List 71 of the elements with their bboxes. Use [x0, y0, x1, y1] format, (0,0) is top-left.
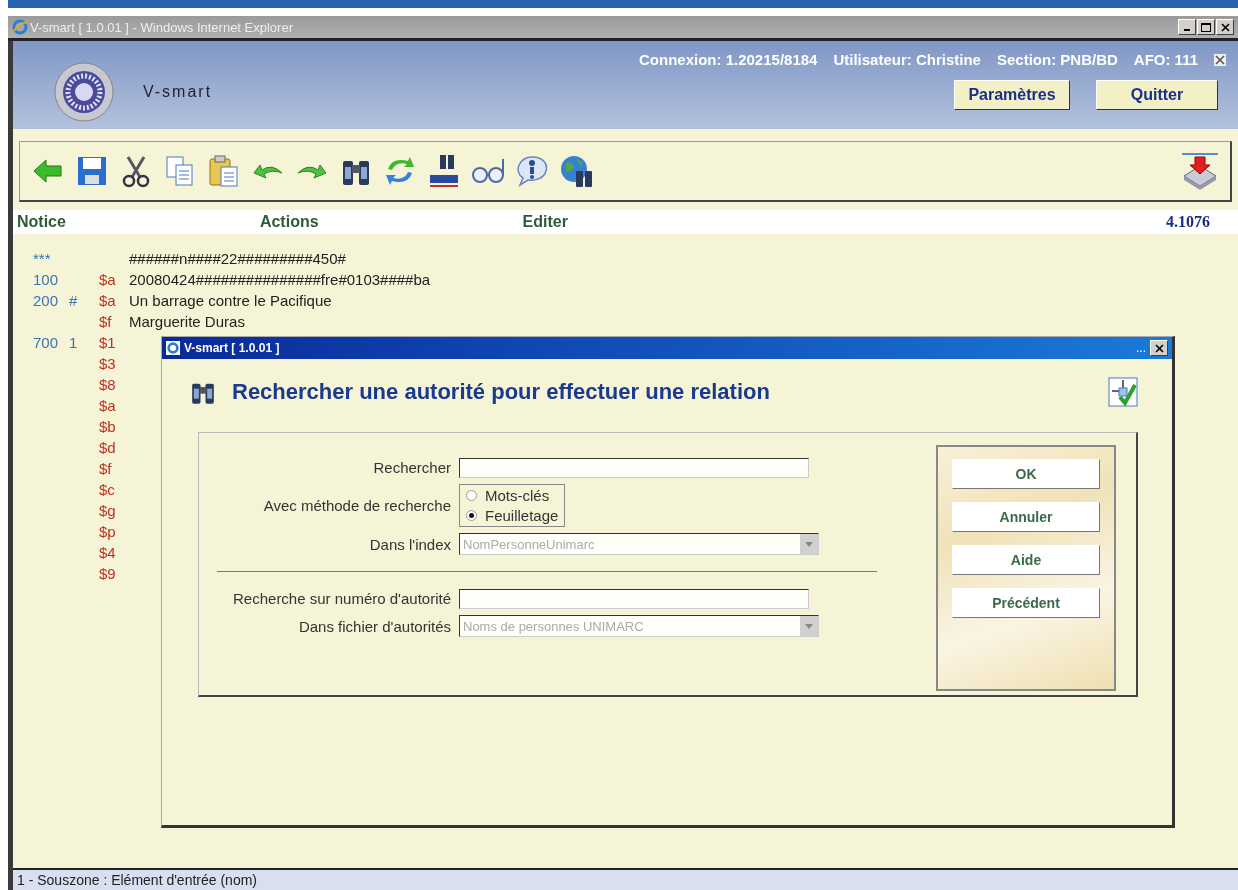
field-label: Rechercher	[372, 458, 451, 478]
subfield-code: $1	[99, 334, 116, 351]
search-field[interactable]	[459, 457, 809, 478]
header-button[interactable]: Quitter	[1096, 80, 1218, 110]
session-info: Section: PNB/BD	[996, 51, 1118, 68]
menu-item[interactable]: Notice	[13, 213, 66, 231]
dialog-button[interactable]: Précédent	[952, 588, 1100, 618]
caret-icon	[805, 623, 813, 629]
field-value: 20080424###############fre#0103####ba	[129, 271, 431, 288]
subfield-code: $3	[99, 355, 116, 372]
screen-code: 4.1076	[1166, 213, 1210, 231]
dialog-button[interactable]: Annuler	[952, 502, 1100, 532]
session-info: Connexion: 1.20215/8184	[639, 51, 818, 68]
browser-icon	[166, 341, 180, 355]
radio-option[interactable]: Mots-clés	[466, 487, 559, 504]
subfield-code: $d	[99, 439, 116, 456]
close-icon	[1154, 343, 1164, 353]
subfield-code: $f	[99, 460, 112, 477]
subfield-code: $4	[99, 544, 116, 561]
subfield-code: $a	[99, 397, 116, 414]
field-tag: 200	[33, 292, 59, 309]
close-button[interactable]	[1150, 340, 1168, 356]
dialog-button[interactable]: OK	[952, 459, 1100, 489]
subfield-code: $8	[99, 376, 116, 393]
session-info: Utilisateur: Christine	[833, 51, 981, 68]
indicator: #	[69, 292, 78, 309]
field-label: Avec méthode de recherche	[262, 496, 451, 516]
browser-icon	[12, 19, 28, 35]
minimize-button[interactable]	[1178, 19, 1196, 35]
header-button[interactable]: Paramètres	[954, 80, 1070, 110]
authority-number-field[interactable]	[459, 588, 809, 609]
menu-item[interactable]: Editer	[518, 213, 568, 231]
field-tag: 100	[33, 271, 59, 288]
logo-icon	[53, 61, 115, 123]
field-tag: ***	[33, 250, 51, 267]
subfield-code: $c	[99, 481, 115, 498]
maximize-button[interactable]	[1197, 19, 1215, 35]
logo-text: V-smart	[143, 83, 213, 101]
subfield-code: $a	[99, 292, 116, 309]
status-bar: 1 - Souszone : Elément d'entrée (nom)	[13, 868, 1238, 890]
dialog-button[interactable]: Aide	[952, 545, 1100, 575]
subfield-code: $f	[99, 313, 112, 330]
caret-icon	[805, 541, 813, 547]
menu-item[interactable]: Actions	[255, 213, 319, 231]
close-button[interactable]	[1216, 19, 1234, 35]
subfield-code: $a	[99, 271, 116, 288]
close-icon	[1220, 22, 1230, 32]
field-label: Dans fichier d'autorités	[297, 616, 451, 637]
indicator: 1	[69, 334, 78, 351]
close-icon[interactable]	[1214, 53, 1226, 66]
title-dots: ...	[1136, 341, 1146, 355]
disk-download-icon[interactable]	[1180, 152, 1220, 190]
window-title: V-smart [ 1.0.01 ] - Windows Internet Explorer	[30, 19, 293, 35]
subfield-code: $9	[99, 565, 116, 582]
subfield-code: $p	[99, 523, 116, 540]
field-tag: 700	[33, 334, 59, 351]
subfield-code: $g	[99, 502, 116, 519]
help-icon[interactable]	[514, 153, 550, 189]
field-value: ######n####22#########450#	[129, 250, 346, 267]
session-info: AFO: 111	[1133, 51, 1198, 68]
field-value: Un barrage contre le Pacifique	[129, 292, 332, 309]
move-check-icon[interactable]	[1108, 377, 1138, 407]
field-label: Recherche sur numéro d'autorité	[232, 589, 451, 609]
field-label: Dans l'index	[368, 534, 451, 555]
globe-icon[interactable]	[558, 153, 594, 189]
maximize-icon	[1201, 22, 1211, 32]
subfield-code: $b	[99, 418, 116, 435]
dialog-title: V-smart [ 1.0.01 ]	[184, 341, 280, 355]
field-value: Marguerite Duras	[129, 313, 245, 330]
radio-option[interactable]: Feuilletage	[466, 507, 559, 524]
dialog-heading: Rechercher une autorité pour effectuer une relation	[232, 379, 770, 405]
